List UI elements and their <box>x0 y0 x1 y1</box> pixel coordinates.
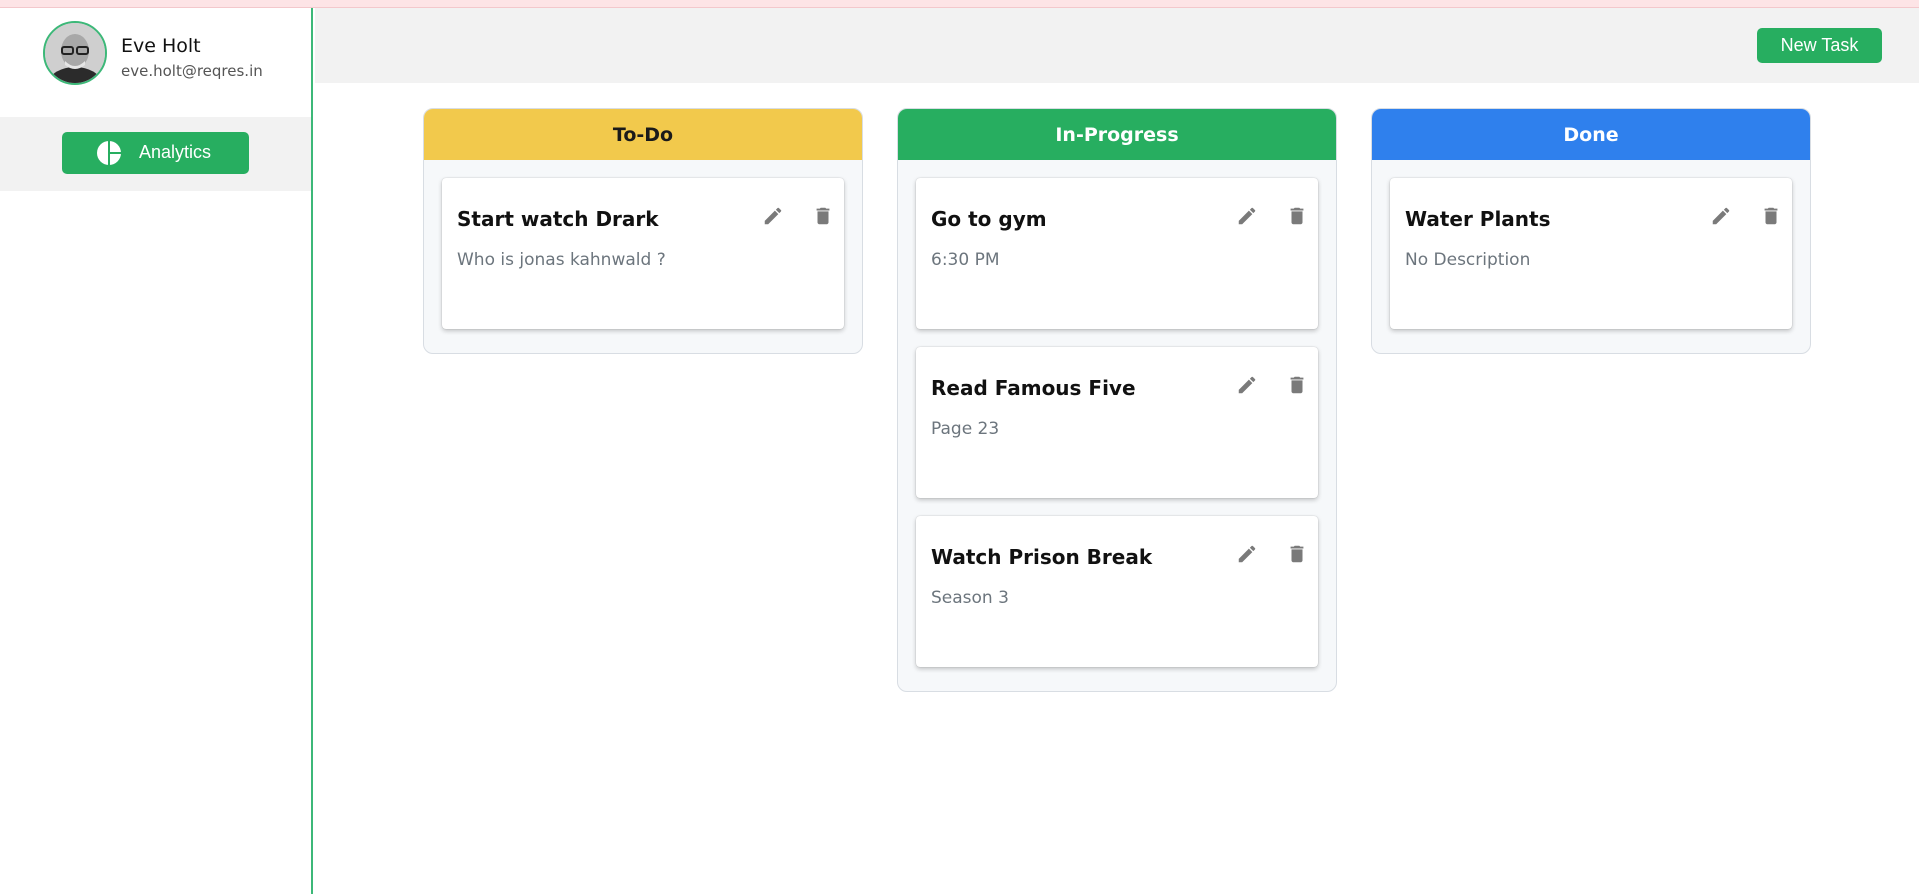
task-title: Watch Prison Break <box>931 545 1153 569</box>
delete-icon[interactable] <box>1283 202 1311 230</box>
user-email: eve.holt@reqres.in <box>121 62 263 80</box>
delete-icon[interactable] <box>1757 202 1785 230</box>
task-card[interactable]: Read Famous Five Page 23 <box>916 347 1318 498</box>
task-card[interactable]: Start watch Drark Who is jonas kahnwald … <box>442 178 844 329</box>
edit-icon[interactable] <box>759 202 787 230</box>
task-description: Season 3 <box>931 588 1009 608</box>
user-name: Eve Holt <box>121 35 201 57</box>
task-description: Page 23 <box>931 419 1000 439</box>
delete-icon[interactable] <box>809 202 837 230</box>
user-profile: Eve Holt eve.holt@reqres.in <box>43 21 303 87</box>
edit-icon[interactable] <box>1233 540 1261 568</box>
task-card[interactable]: Go to gym 6:30 PM <box>916 178 1318 329</box>
task-title: Start watch Drark <box>457 207 659 231</box>
task-title: Read Famous Five <box>931 376 1136 400</box>
column-title: In-Progress <box>898 109 1336 160</box>
analytics-label: Analytics <box>139 142 212 162</box>
column-title: Done <box>1372 109 1810 160</box>
task-description: No Description <box>1405 250 1531 270</box>
task-description: 6:30 PM <box>931 250 1000 270</box>
task-description: Who is jonas kahnwald ? <box>457 250 666 270</box>
column-todo: To-Do Start watch Drark Who is jonas kah… <box>423 108 863 354</box>
delete-icon[interactable] <box>1283 540 1311 568</box>
column-body: Start watch Drark Who is jonas kahnwald … <box>424 160 862 353</box>
top-strip <box>0 0 1919 8</box>
avatar <box>43 21 107 85</box>
new-task-button[interactable]: New Task <box>1757 28 1882 63</box>
task-title: Go to gym <box>931 207 1047 231</box>
task-card[interactable]: Water Plants No Description <box>1390 178 1792 329</box>
sidebar-nav: Analytics <box>0 117 311 191</box>
sidebar: Eve Holt eve.holt@reqres.in Analytics <box>0 8 313 894</box>
top-header: New Task <box>315 8 1919 83</box>
column-done: Done Water Plants No Description <box>1371 108 1811 354</box>
column-body: Go to gym 6:30 PM Read Famous Five Page … <box>898 160 1336 691</box>
column-in-progress: In-Progress Go to gym 6:30 PM Read Famou… <box>897 108 1337 692</box>
avatar-image <box>45 23 105 83</box>
column-title: To-Do <box>424 109 862 160</box>
column-body: Water Plants No Description <box>1372 160 1810 353</box>
edit-icon[interactable] <box>1233 202 1261 230</box>
delete-icon[interactable] <box>1283 371 1311 399</box>
edit-icon[interactable] <box>1233 371 1261 399</box>
task-title: Water Plants <box>1405 207 1551 231</box>
edit-icon[interactable] <box>1707 202 1735 230</box>
pie-chart-icon <box>97 141 121 165</box>
task-card[interactable]: Watch Prison Break Season 3 <box>916 516 1318 667</box>
analytics-button[interactable]: Analytics <box>62 132 249 174</box>
